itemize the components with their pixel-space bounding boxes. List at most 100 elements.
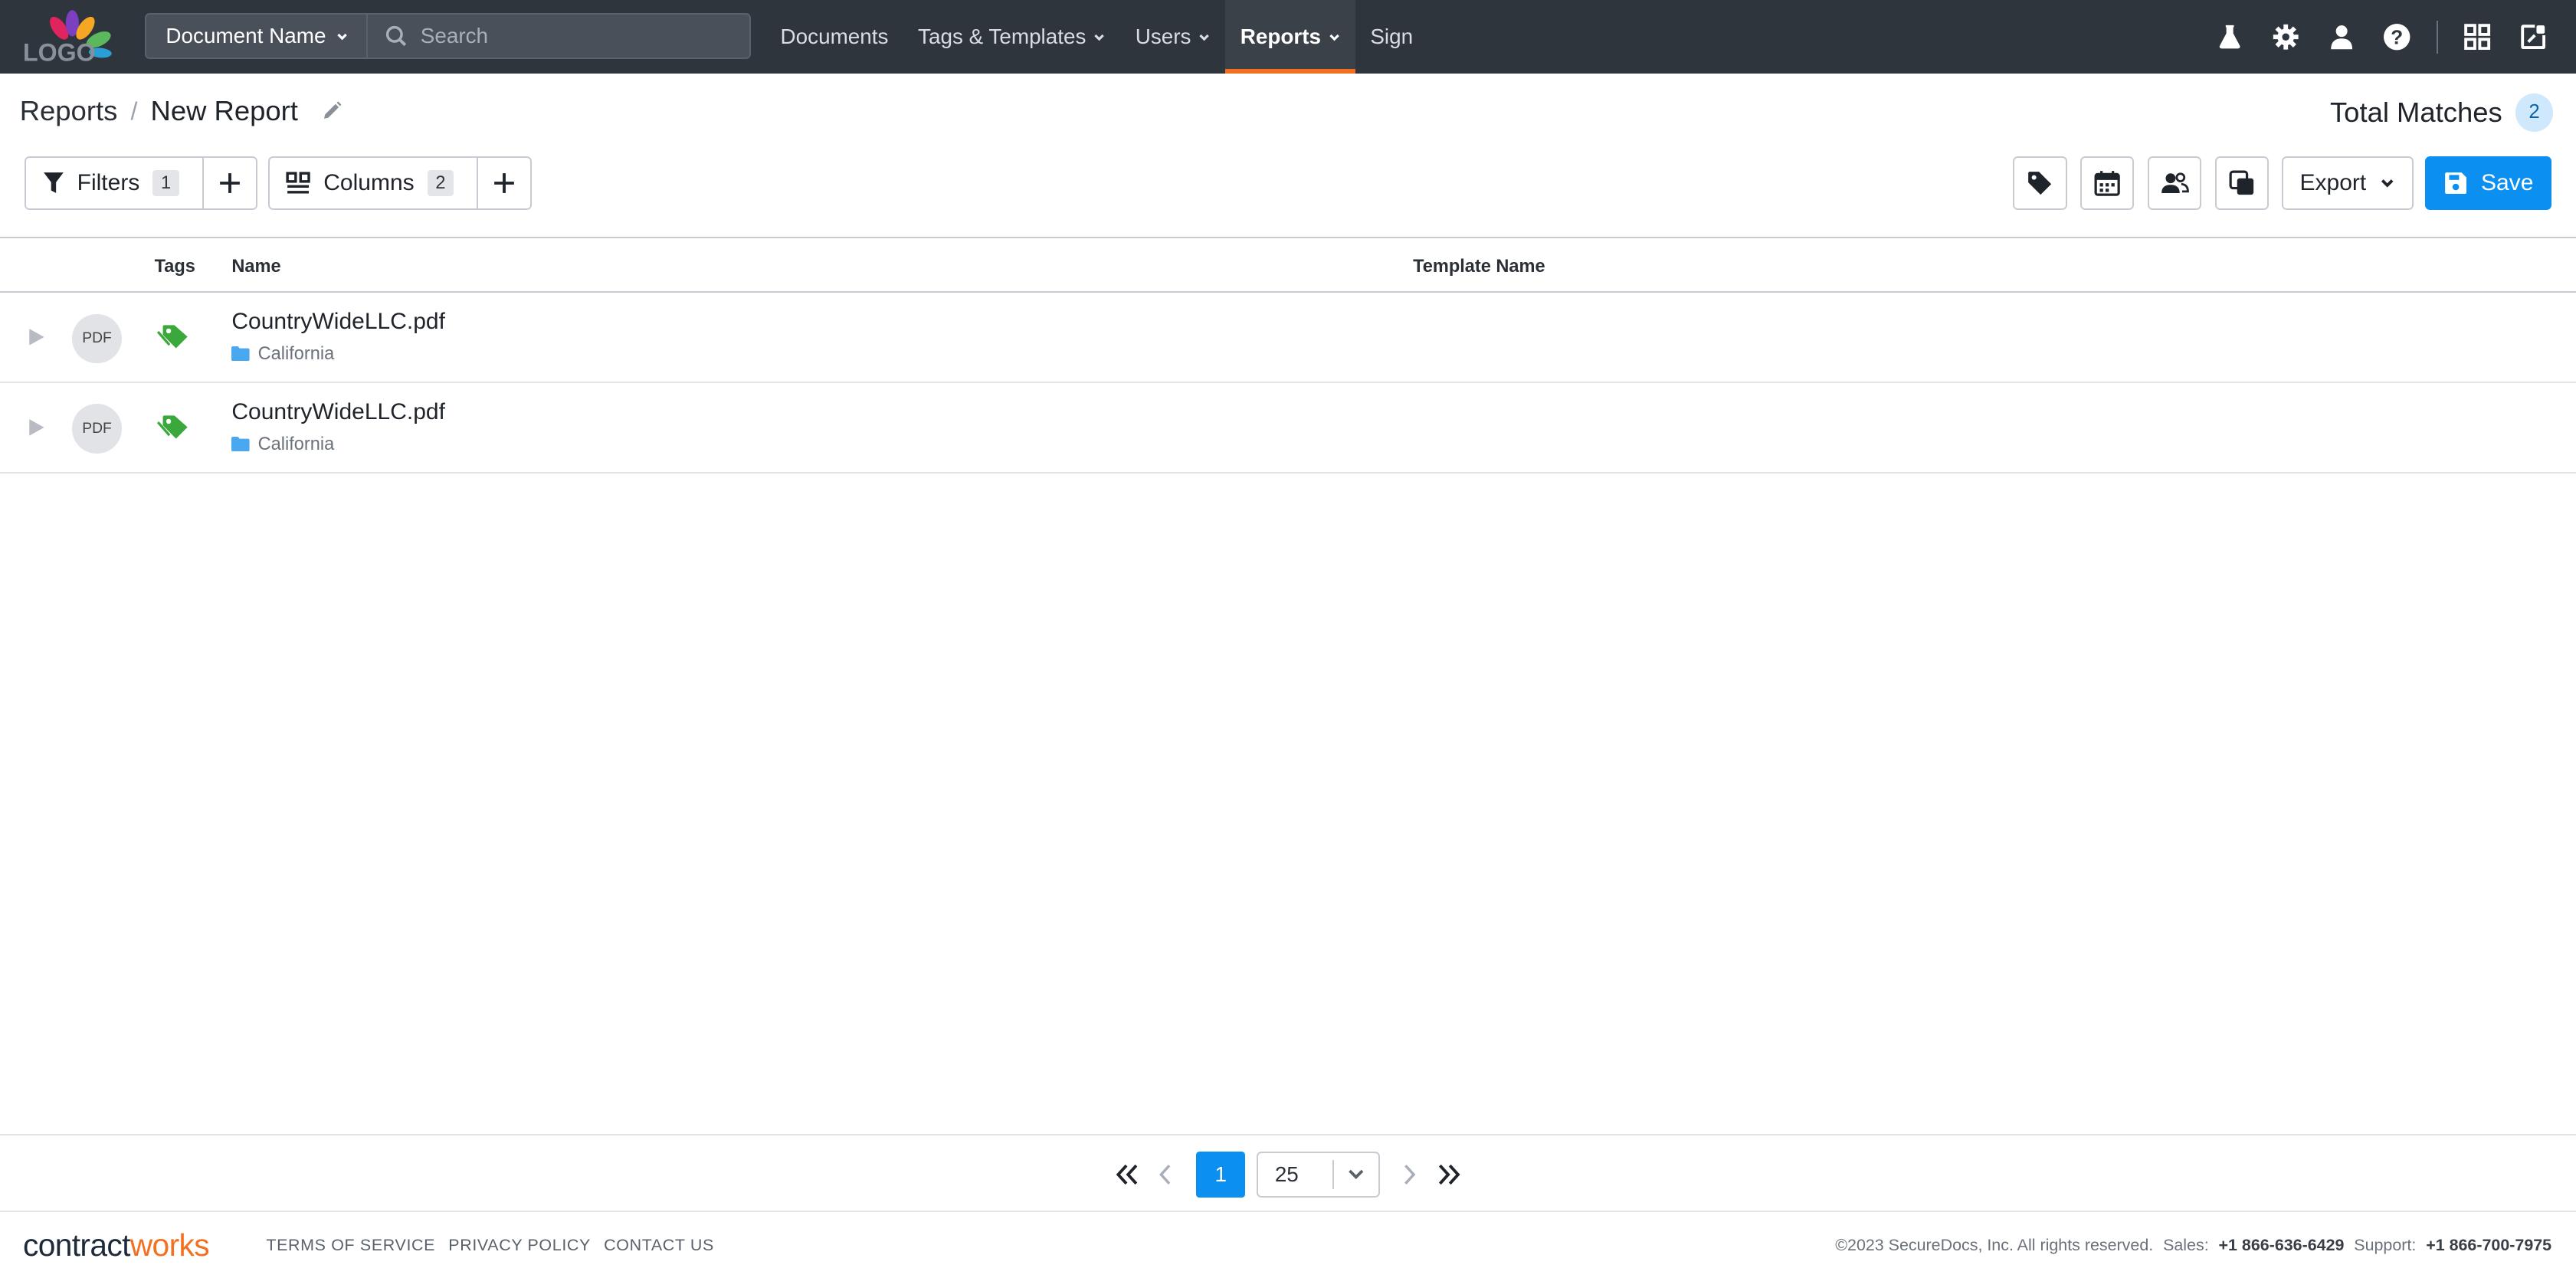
share-users-button[interactable] (2147, 156, 2202, 211)
user-icon[interactable] (2325, 21, 2358, 54)
document-type-dropdown[interactable]: Document Name (144, 13, 369, 60)
apps-grid-icon[interactable] (2461, 21, 2494, 54)
menu-reports[interactable]: Reports (1225, 0, 1356, 74)
column-header-template-name[interactable]: Template Name (1413, 256, 1545, 277)
top-navbar: LOGO Document Name Documents Tags & Temp… (0, 0, 2576, 74)
chevron-down-icon (2381, 179, 2394, 188)
document-type-label: Document Name (166, 24, 326, 48)
save-label: Save (2480, 170, 2534, 196)
columns-group: Columns 2 (267, 156, 533, 211)
menu-sign-label: Sign (1370, 25, 1414, 49)
logo-icon: LOGO (23, 9, 112, 66)
duplicate-button[interactable] (2214, 156, 2270, 211)
last-page-button[interactable] (1433, 1152, 1466, 1198)
page-size-dropdown-toggle[interactable] (1332, 1159, 1378, 1190)
next-page-button[interactable] (1395, 1152, 1425, 1198)
filters-button[interactable]: Filters 1 (26, 158, 202, 208)
folder-icon (231, 346, 250, 362)
filters-label: Filters (77, 169, 140, 195)
svg-text:?: ? (2391, 25, 2404, 48)
folder-name: California (257, 434, 335, 454)
add-column-button[interactable] (476, 157, 531, 209)
plus-icon (220, 173, 240, 193)
copy-icon (2229, 170, 2253, 195)
pencil-icon[interactable] (321, 100, 342, 122)
save-button[interactable]: Save (2424, 156, 2552, 211)
menu-documents[interactable]: Documents (765, 0, 903, 74)
expand-arrow-icon[interactable] (26, 418, 46, 437)
nav-divider (2437, 20, 2439, 54)
first-page-button[interactable] (1111, 1152, 1144, 1198)
chevron-down-icon (1329, 34, 1339, 41)
terms-of-service-link[interactable]: TERMS OF SERVICE (266, 1236, 435, 1255)
file-name-link[interactable]: CountryWideLLC.pdf (231, 399, 445, 425)
double-chevron-left-icon (1116, 1164, 1138, 1185)
brand-logo[interactable]: contractworks (23, 1227, 210, 1263)
export-dropdown-button[interactable]: Export (2282, 156, 2414, 211)
chevron-right-icon (1404, 1165, 1416, 1185)
columns-button[interactable]: Columns 2 (270, 158, 477, 208)
page-size-value: 25 (1274, 1162, 1299, 1187)
brand-text-works: works (129, 1227, 210, 1263)
logo[interactable]: LOGO (23, 8, 125, 66)
menu-documents-label: Documents (780, 25, 889, 49)
schedule-button[interactable] (2079, 156, 2135, 211)
chevron-down-icon (1349, 1169, 1364, 1180)
table-row[interactable]: PDF CountryWideLLC.pdf California (0, 293, 2576, 383)
filters-group: Filters 1 (25, 156, 258, 211)
tags-icon[interactable] (156, 411, 192, 444)
switch-app-icon[interactable] (2517, 21, 2550, 54)
file-type-badge: PDF (72, 404, 122, 454)
menu-sign[interactable]: Sign (1355, 0, 1427, 74)
tags-icon[interactable] (156, 320, 192, 353)
page-number-current[interactable]: 1 (1196, 1152, 1246, 1198)
brand-text-contract: contract (23, 1227, 130, 1263)
copyright-text: ©2023 SecureDocs, Inc. All rights reserv… (1835, 1235, 2154, 1254)
menu-users[interactable]: Users (1120, 0, 1225, 74)
total-matches-count: 2 (2515, 93, 2554, 132)
column-header-name[interactable]: Name (231, 256, 280, 277)
chevron-down-icon (1094, 34, 1104, 41)
help-icon[interactable]: ? (2381, 21, 2414, 54)
search-box[interactable] (366, 13, 751, 60)
columns-count-badge: 2 (427, 169, 454, 197)
chevron-left-icon (1159, 1165, 1170, 1185)
privacy-policy-link[interactable]: PRIVACY POLICY (448, 1236, 591, 1255)
pagination: 1 25 (0, 1133, 2576, 1213)
column-header-tags[interactable]: Tags (155, 256, 195, 277)
export-label: Export (2299, 170, 2367, 196)
previous-page-button[interactable] (1150, 1152, 1180, 1198)
file-name-link[interactable]: CountryWideLLC.pdf (231, 309, 445, 335)
tag-button[interactable] (2012, 156, 2067, 211)
folder-icon (231, 436, 250, 452)
calendar-icon (2094, 170, 2120, 196)
gear-icon[interactable] (2269, 21, 2302, 54)
support-phone: +1 866-700-7975 (2426, 1235, 2552, 1254)
search-input[interactable] (420, 24, 733, 49)
menu-reports-label: Reports (1240, 25, 1322, 49)
logo-text: LOGO (23, 38, 96, 64)
breadcrumb-reports-link[interactable]: Reports (20, 95, 118, 127)
page-size-select[interactable]: 25 (1257, 1152, 1381, 1198)
total-matches-label: Total Matches (2329, 96, 2502, 128)
total-matches: Total Matches 2 (2329, 93, 2554, 132)
folder-path[interactable]: California (231, 434, 334, 454)
users-icon (2161, 172, 2189, 193)
breadcrumb-separator: / (130, 97, 138, 125)
folder-path[interactable]: California (231, 343, 334, 364)
menu-tags-templates-label: Tags & Templates (918, 25, 1086, 49)
columns-icon (286, 172, 310, 194)
menu-tags-templates[interactable]: Tags & Templates (903, 0, 1121, 74)
columns-label: Columns (323, 169, 415, 195)
page-title: New Report (150, 95, 298, 127)
add-filter-button[interactable] (202, 157, 257, 209)
expand-arrow-icon[interactable] (26, 327, 46, 347)
table-row[interactable]: PDF CountryWideLLC.pdf California (0, 383, 2576, 474)
footer-links: TERMS OF SERVICE PRIVACY POLICY CONTACT … (266, 1236, 714, 1255)
tag-icon (2028, 172, 2052, 195)
beaker-icon[interactable] (2213, 21, 2246, 54)
contact-us-link[interactable]: CONTACT US (604, 1236, 714, 1255)
footer-info: ©2023 SecureDocs, Inc. All rights reserv… (1835, 1236, 2551, 1255)
table-header: Tags Name Template Name (0, 236, 2576, 293)
sales-phone: +1 866-636-6429 (2218, 1235, 2345, 1254)
